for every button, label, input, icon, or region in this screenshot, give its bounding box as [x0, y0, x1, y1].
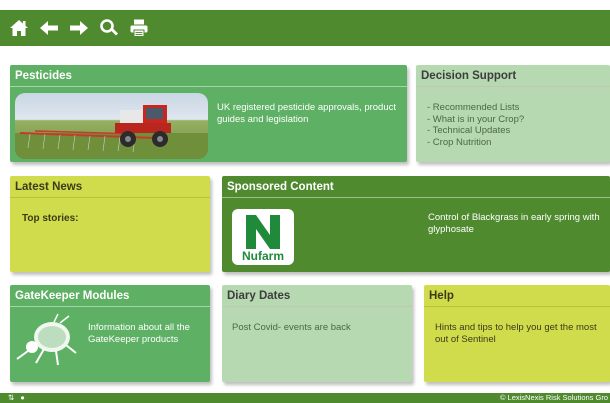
latest-news-title: Latest News [10, 176, 210, 198]
diary-dates-title: Diary Dates [222, 285, 412, 307]
help-text: Hints and tips to help you get the most … [435, 322, 597, 345]
gatekeeper-modules-tile[interactable]: GateKeeper Modules Information about all… [10, 285, 210, 382]
decision-support-tile[interactable]: Decision Support - Recommended Lists - W… [416, 65, 610, 162]
forward-arrow-icon[interactable] [68, 17, 90, 39]
search-icon[interactable] [98, 17, 120, 39]
diary-dates-tile[interactable]: Diary Dates Post Covid- events are back [222, 285, 412, 382]
insect-icon [16, 313, 77, 366]
list-item[interactable]: - Recommended Lists [427, 102, 524, 114]
sponsored-content-tile[interactable]: Sponsored Content Nufarm Control of Blac… [222, 176, 610, 272]
beetle-image [14, 313, 80, 368]
decision-support-list: - Recommended Lists - What is in your Cr… [427, 102, 524, 148]
gatekeeper-description: Information about all the GateKeeper pro… [88, 322, 190, 345]
home-icon[interactable] [8, 17, 30, 39]
gatekeeper-modules-title: GateKeeper Modules [10, 285, 210, 307]
top-toolbar [0, 10, 610, 46]
sprayer-image [15, 93, 208, 159]
nufarm-n-icon [246, 215, 280, 249]
list-item[interactable]: - Technical Updates [427, 125, 524, 137]
decision-support-title: Decision Support [416, 65, 610, 87]
list-item[interactable]: - Crop Nutrition [427, 137, 524, 149]
pesticides-title: Pesticides [10, 65, 407, 87]
nufarm-logo[interactable]: Nufarm [232, 209, 294, 265]
top-stories-label: Top stories: [22, 213, 79, 224]
copyright-text: © LexisNexis Risk Solutions Gro [499, 393, 608, 402]
user-icon[interactable]: ● [20, 393, 25, 403]
share-icon[interactable]: ⇅ [8, 393, 14, 403]
pesticides-tile[interactable]: Pesticides UK registered pesticide appro… [10, 65, 407, 162]
help-tile[interactable]: Help Hints and tips to help you get the … [424, 285, 610, 382]
sponsored-content-text[interactable]: Control of Blackgrass in early spring wi… [428, 212, 606, 235]
list-item[interactable]: - What is in your Crop? [427, 114, 524, 126]
back-arrow-icon[interactable] [38, 17, 60, 39]
sponsored-content-title: Sponsored Content [222, 176, 610, 198]
tractor-sprayer-icon [15, 105, 208, 159]
latest-news-tile[interactable]: Latest News Top stories: [10, 176, 210, 272]
pesticides-description: UK registered pesticide approvals, produ… [217, 102, 397, 125]
footer-bar: ⇅ ● © LexisNexis Risk Solutions Gro [0, 393, 610, 403]
print-icon[interactable] [128, 17, 150, 39]
help-title: Help [424, 285, 610, 307]
nufarm-logo-text: Nufarm [241, 249, 284, 263]
footer-icons: ⇅ ● [8, 393, 25, 403]
diary-dates-text: Post Covid- events are back [232, 322, 351, 333]
